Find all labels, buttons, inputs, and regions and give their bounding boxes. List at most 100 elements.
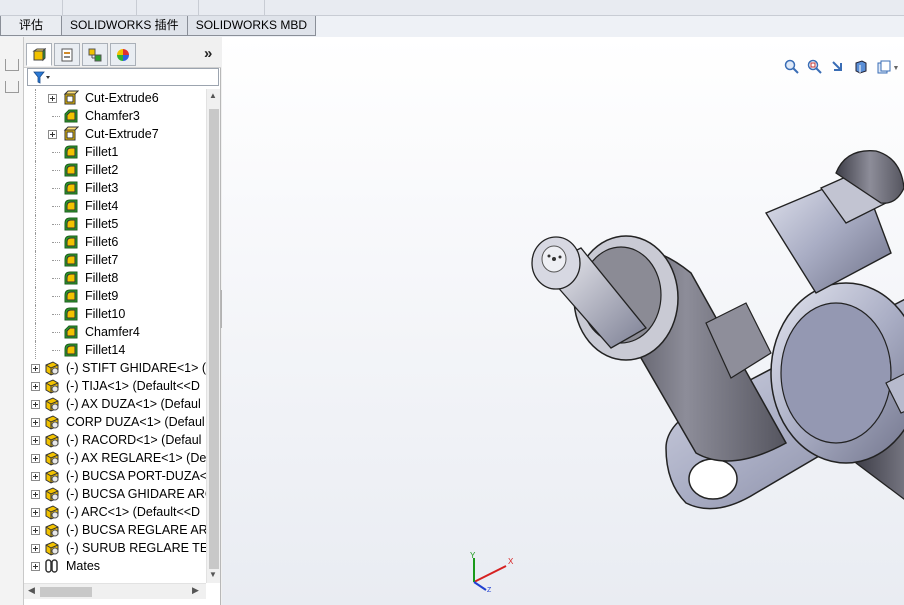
feature-manager-panel: » Cut-Extrude6 Chamfer3 Cut-Extrude7 Fillet… — [24, 37, 221, 605]
tree-item[interactable]: (-) ARC<1> (Default<<D — [24, 503, 206, 521]
tree-item[interactable]: Chamfer4 — [24, 323, 206, 341]
tree-item-label: Fillet7 — [85, 253, 119, 267]
tree-item[interactable]: Fillet2 — [24, 161, 206, 179]
tree-item-label: (-) RACORD<1> (Defaul — [66, 433, 202, 447]
tree-item-label: Cut-Extrude7 — [85, 127, 159, 141]
tree-guide-line — [35, 251, 36, 269]
expand-toggle-icon[interactable] — [31, 364, 40, 373]
tree-item-label: (-) BUCSA PORT-DUZA< — [66, 469, 206, 483]
scroll-down-arrow-icon[interactable]: ▼ — [209, 570, 217, 579]
tree-item-label: Fillet4 — [85, 199, 119, 213]
tree-item[interactable]: (-) TIJA<1> (Default<<D — [24, 377, 206, 395]
tree-item-label: Fillet3 — [85, 181, 119, 195]
expand-toggle-icon[interactable] — [31, 400, 40, 409]
zoom-to-fit-icon — [784, 59, 800, 78]
zoom-to-area-button[interactable] — [805, 58, 825, 78]
tree-guide-line — [35, 341, 36, 359]
zoom-to-fit-button[interactable] — [782, 58, 802, 78]
feature-manager-tabs: » — [24, 37, 221, 68]
command-tab-1[interactable]: SOLIDWORKS 插件 — [61, 16, 188, 36]
tree-item[interactable]: Fillet5 — [24, 215, 206, 233]
expand-toggle-icon[interactable] — [48, 94, 57, 103]
tree-connector — [52, 296, 60, 297]
tree-item[interactable]: (-) STIFT GHIDARE<1> ( — [24, 359, 206, 377]
expand-toggle-icon[interactable] — [31, 562, 40, 571]
expand-toggle-icon[interactable] — [31, 490, 40, 499]
dynamic-annotation-button[interactable]: ▼ — [874, 58, 901, 78]
tree-guide-line — [35, 107, 36, 125]
tree-item[interactable]: Fillet9 — [24, 287, 206, 305]
tree-item[interactable]: Fillet10 — [24, 305, 206, 323]
tree-item[interactable]: (-) BUCSA GHIDARE ARC — [24, 485, 206, 503]
tree-item[interactable]: (-) AX REGLARE<1> (De — [24, 449, 206, 467]
graphics-viewport[interactable]: ▼▼▼▼▼▼ — [222, 37, 904, 605]
sketch-tool-icon[interactable] — [5, 59, 19, 71]
command-tab-2[interactable]: SOLIDWORKS MBD — [186, 16, 317, 36]
tree-item[interactable]: Cut-Extrude6 — [24, 89, 206, 107]
scroll-left-arrow-icon[interactable]: ◀ — [28, 585, 35, 596]
command-tab-0[interactable]: 评估 — [0, 16, 62, 36]
expand-toggle-icon[interactable] — [48, 130, 57, 139]
tree-item[interactable]: Cut-Extrude7 — [24, 125, 206, 143]
expand-toggle-icon[interactable] — [31, 454, 40, 463]
tree-item-label: Fillet5 — [85, 217, 119, 231]
expand-toggle-icon[interactable] — [31, 418, 40, 427]
display-manager-tab[interactable] — [110, 43, 136, 66]
configuration-manager-tab[interactable] — [82, 43, 108, 66]
filter-bar[interactable] — [27, 68, 219, 86]
tree-item[interactable]: (-) AX DUZA<1> (Defaul — [24, 395, 206, 413]
tree-item[interactable]: Fillet4 — [24, 197, 206, 215]
tree-item-label: CORP DUZA<1> (Defaul — [66, 415, 205, 429]
tree-item[interactable]: Fillet6 — [24, 233, 206, 251]
tree-item[interactable]: Mates — [24, 557, 206, 575]
expand-toggle-icon[interactable] — [31, 526, 40, 535]
chevron-down-icon[interactable]: ▼ — [893, 65, 900, 72]
filter-icon[interactable] — [33, 71, 51, 84]
expand-toggle-icon[interactable] — [31, 508, 40, 517]
expand-toggle-icon[interactable] — [31, 436, 40, 445]
tree-connector — [52, 278, 60, 279]
tree-vertical-scrollbar[interactable]: ▲ ▼ — [206, 89, 220, 583]
property-manager-tab[interactable] — [54, 43, 80, 66]
tree-item[interactable]: Chamfer3 — [24, 107, 206, 125]
expand-toggle-icon[interactable] — [31, 544, 40, 553]
previous-view-button[interactable] — [828, 58, 848, 78]
tree-item[interactable]: Fillet1 — [24, 143, 206, 161]
hscroll-thumb[interactable] — [40, 587, 92, 597]
tree-guide-line — [35, 287, 36, 305]
tree-connector — [52, 242, 60, 243]
injector-assembly-model[interactable] — [516, 143, 904, 568]
configuration-manager-icon — [88, 48, 102, 61]
expand-toggle-icon[interactable] — [31, 472, 40, 481]
tree-item[interactable]: CORP DUZA<1> (Defaul — [24, 413, 206, 431]
tree-connector — [52, 260, 60, 261]
tree-connector — [52, 116, 60, 117]
feature-tree-icon — [32, 47, 46, 61]
tree-item[interactable]: Fillet8 — [24, 269, 206, 287]
expand-toggle-icon[interactable] — [31, 382, 40, 391]
tree-item[interactable]: (-) BUCSA REGLARE ARC — [24, 521, 206, 539]
scroll-up-arrow-icon[interactable]: ▲ — [209, 91, 217, 100]
tree-connector — [52, 314, 60, 315]
tree-item[interactable]: (-) RACORD<1> (Defaul — [24, 431, 206, 449]
left-toolbar — [0, 37, 24, 605]
triad-y-label: Y — [470, 552, 476, 560]
tree-item[interactable]: (-) SURUB REGLARE TEN — [24, 539, 206, 557]
more-tabs-button[interactable]: » — [204, 45, 212, 62]
scroll-thumb[interactable] — [209, 109, 219, 569]
tree-item[interactable]: Fillet3 — [24, 179, 206, 197]
tree-guide-line — [35, 305, 36, 323]
feature-tree-tab[interactable] — [26, 43, 52, 66]
scroll-right-arrow-icon[interactable]: ▶ — [192, 585, 199, 596]
tree-item-label: (-) STIFT GHIDARE<1> ( — [66, 361, 206, 375]
section-view-button[interactable] — [851, 58, 871, 78]
tree-item[interactable]: (-) BUCSA PORT-DUZA< — [24, 467, 206, 485]
tree-item[interactable]: Fillet14 — [24, 341, 206, 359]
triad-z-label: Z — [487, 587, 492, 592]
tree-horizontal-scrollbar[interactable]: ◀ ▶ — [24, 583, 206, 599]
step-tool-icon[interactable] — [5, 81, 19, 93]
tree-item[interactable]: Fillet7 — [24, 251, 206, 269]
tree-item-label: (-) SURUB REGLARE TEN — [66, 541, 206, 555]
tree-item-label: (-) TIJA<1> (Default<<D — [66, 379, 200, 393]
tree-item-label: (-) BUCSA GHIDARE ARC — [66, 487, 206, 501]
